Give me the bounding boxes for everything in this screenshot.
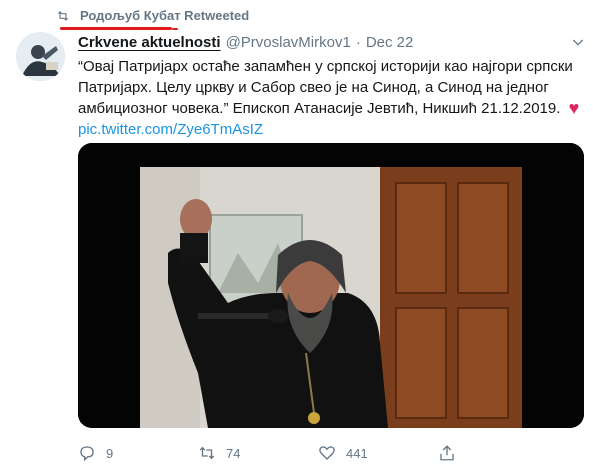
avatar[interactable] [16, 32, 65, 81]
retweet-button[interactable]: 74 [198, 444, 318, 462]
like-count: 441 [346, 445, 368, 461]
author-name[interactable]: Crkvene aktuelnosti [78, 34, 221, 51]
heart-icon [319, 446, 335, 460]
tweet-media-link[interactable]: pic.twitter.com/Zye6TmAsIZ [78, 119, 588, 140]
tweet-header: Crkvene aktuelnosti @PrvoslavMirkov1 · D… [78, 34, 586, 51]
tweet-actions: 9 74 441 [78, 444, 558, 462]
retweet-icon [57, 10, 69, 21]
tweet-media-image[interactable] [78, 143, 584, 428]
tweet-text: “Овај Патријарх остаће запамћен у српско… [78, 56, 588, 140]
tweet-body: “Овај Патријарх остаће запамћен у српско… [78, 58, 573, 117]
reply-icon [80, 446, 94, 462]
like-button[interactable]: 441 [318, 444, 438, 462]
chevron-down-icon[interactable] [570, 34, 586, 50]
reply-button[interactable]: 9 [78, 444, 198, 462]
red-underline-mark-tail [172, 28, 178, 30]
author-handle[interactable]: @PrvoslavMirkov1 [226, 34, 351, 51]
retweet-label[interactable]: Родољуб Кубат Retweeted [80, 8, 249, 23]
tweet-date[interactable]: Dec 22 [366, 34, 414, 51]
avatar-image [16, 32, 65, 81]
retweet-count: 74 [226, 445, 241, 461]
red-heart-emoji-icon: ♥ [568, 98, 580, 118]
share-icon [440, 445, 454, 461]
red-underline-mark [60, 27, 172, 30]
reply-count: 9 [106, 445, 114, 461]
separator-dot: · [355, 34, 361, 51]
media-photo [78, 143, 584, 428]
retweet-icon [199, 446, 215, 460]
retweet-context[interactable]: Родољуб Кубат Retweeted [56, 8, 249, 23]
share-button[interactable] [438, 444, 558, 462]
